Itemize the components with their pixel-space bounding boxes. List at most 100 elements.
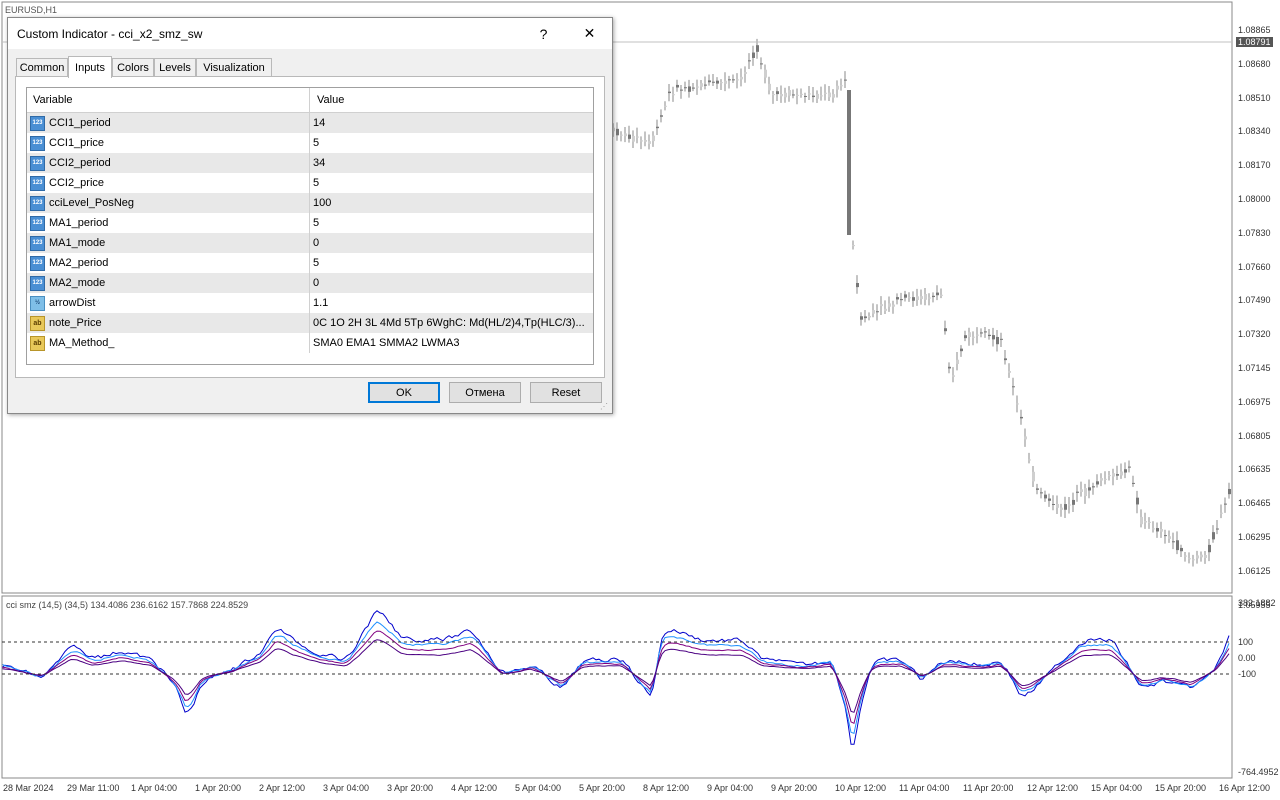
candle-body: [1212, 532, 1215, 540]
candle-body: [908, 297, 911, 299]
value-cell[interactable]: 0: [311, 233, 593, 253]
candle-body: [1136, 497, 1139, 505]
candle-body: [744, 72, 747, 74]
variable-cell: 123 CCI2_period: [27, 153, 310, 173]
tab-visualization[interactable]: Visualization: [196, 58, 272, 77]
table-row[interactable]: 123 CCI1_price 5: [27, 133, 593, 153]
dialog-title: Custom Indicator - cci_x2_smz_sw: [17, 27, 203, 41]
close-button[interactable]: ✕: [567, 18, 612, 49]
value-cell[interactable]: 5: [311, 133, 593, 153]
time-axis-label: 15 Apr 04:00: [1091, 783, 1143, 793]
candle-body: [664, 105, 667, 107]
integer-type-icon: 123: [30, 135, 45, 151]
table-row[interactable]: 123 MA2_period 5: [27, 253, 593, 273]
value-cell[interactable]: 5: [311, 173, 593, 193]
reset-button[interactable]: Reset: [530, 382, 602, 403]
variable-cell: 123 MA1_mode: [27, 233, 310, 253]
candle-body: [728, 79, 731, 81]
tab-inputs[interactable]: Inputs: [68, 56, 112, 78]
time-axis-label: 3 Apr 04:00: [323, 783, 370, 793]
candle-body: [1076, 491, 1079, 493]
price-axis-label: 1.06975: [1238, 396, 1271, 407]
candle-body: [844, 79, 847, 81]
value-cell[interactable]: 34: [311, 153, 593, 173]
price-axis-label: 1.08865: [1238, 25, 1271, 35]
candle-body: [860, 316, 863, 320]
column-header-variable[interactable]: Variable: [27, 88, 310, 112]
dialog-title-bar[interactable]: Custom Indicator - cci_x2_smz_sw ? ✕: [8, 18, 612, 49]
variable-name: CCI2_price: [49, 177, 105, 189]
time-axis-label: 2 Apr 12:00: [259, 783, 306, 793]
cci-oscillator-lines: [1, 610, 1230, 745]
candle-body: [1104, 478, 1107, 480]
table-row[interactable]: 123 MA2_mode 0: [27, 273, 593, 293]
candle-body: [980, 332, 983, 334]
variable-name: CCI2_period: [49, 157, 111, 169]
column-header-value[interactable]: Value: [311, 88, 593, 112]
help-button[interactable]: ?: [521, 18, 566, 49]
cci2-ma-line: [1, 639, 1230, 713]
candle-body: [1044, 494, 1047, 499]
cci1-line: [1, 610, 1230, 745]
ok-button[interactable]: OK: [368, 382, 440, 403]
price-axis-label: 1.07660: [1238, 261, 1271, 272]
table-row[interactable]: 123 MA1_period 5: [27, 213, 593, 233]
resize-grip-icon[interactable]: ⋰: [600, 402, 608, 411]
value-cell[interactable]: 5: [311, 253, 593, 273]
candle-body: [812, 95, 815, 98]
candle-body: [740, 76, 743, 80]
price-axis-label: 1.07830: [1238, 227, 1271, 238]
candle-body: [820, 95, 823, 97]
candle-body: [648, 141, 651, 144]
candle-body: [1032, 471, 1035, 482]
table-row[interactable]: 123 MA1_mode 0: [27, 233, 593, 253]
value-cell[interactable]: 100: [311, 193, 593, 213]
value-cell[interactable]: SMA0 EMA1 SMMA2 LWMA3: [311, 333, 593, 353]
candle-body: [932, 295, 935, 298]
table-row[interactable]: 123 CCI2_period 34: [27, 153, 593, 173]
time-axis-label: 15 Apr 20:00: [1155, 783, 1207, 793]
value-cell[interactable]: 1.1: [311, 293, 593, 313]
table-row[interactable]: 123 cciLevel_PosNeg 100: [27, 193, 593, 213]
value-cell[interactable]: 14: [311, 113, 593, 133]
value-cell[interactable]: 0: [311, 273, 593, 293]
candle-body: [1204, 555, 1207, 558]
candle-body: [696, 86, 699, 88]
candle-body: [1192, 559, 1195, 561]
table-row[interactable]: ½ arrowDist 1.1: [27, 293, 593, 313]
candle-body: [672, 94, 675, 96]
tab-colors[interactable]: Colors: [112, 58, 154, 77]
candle-body: [760, 63, 763, 65]
candle-body: [680, 89, 683, 91]
candle-body: [704, 84, 707, 86]
candle-body: [1200, 554, 1203, 558]
candle-body: [632, 135, 635, 142]
table-row[interactable]: ab note_Price 0C 1O 2H 3L 4Md 5Tp 6WghC: M…: [27, 313, 593, 333]
candle-body: [944, 328, 947, 332]
candle-body: [656, 126, 659, 129]
table-row[interactable]: 123 CCI2_price 5: [27, 173, 593, 193]
tab-levels[interactable]: Levels: [154, 58, 196, 77]
candle-body: [1140, 516, 1143, 525]
tab-common[interactable]: Common: [16, 58, 68, 77]
variable-name: MA2_period: [49, 257, 109, 269]
variable-cell: 123 CCI1_period: [27, 113, 310, 133]
value-cell[interactable]: 5: [311, 213, 593, 233]
value-cell[interactable]: 0C 1O 2H 3L 4Md 5Tp 6WghC: Md(HL/2)4,Tp(…: [311, 313, 593, 333]
candle-body: [872, 310, 875, 314]
candle-body: [1052, 503, 1055, 505]
inputs-tab-panel: Variable Value 123 CCI1_period 14 123 CCI1_p…: [15, 76, 605, 378]
table-row[interactable]: 123 CCI1_period 14: [27, 113, 593, 133]
candle-body: [1224, 503, 1227, 505]
candle-body: [988, 334, 991, 337]
table-row[interactable]: ab MA_Method_ SMA0 EMA1 SMMA2 LWMA3: [27, 333, 593, 353]
variable-cell: 123 MA2_mode: [27, 273, 310, 293]
candle-body: [1004, 358, 1007, 361]
candle-body: [1024, 436, 1027, 440]
candle-body: [684, 87, 687, 89]
price-axis-label: 1.07490: [1238, 295, 1271, 306]
candle-body: [1012, 386, 1015, 388]
candle-body: [624, 133, 627, 137]
candle-body: [1096, 481, 1099, 485]
cancel-button[interactable]: Отмена: [449, 382, 521, 403]
